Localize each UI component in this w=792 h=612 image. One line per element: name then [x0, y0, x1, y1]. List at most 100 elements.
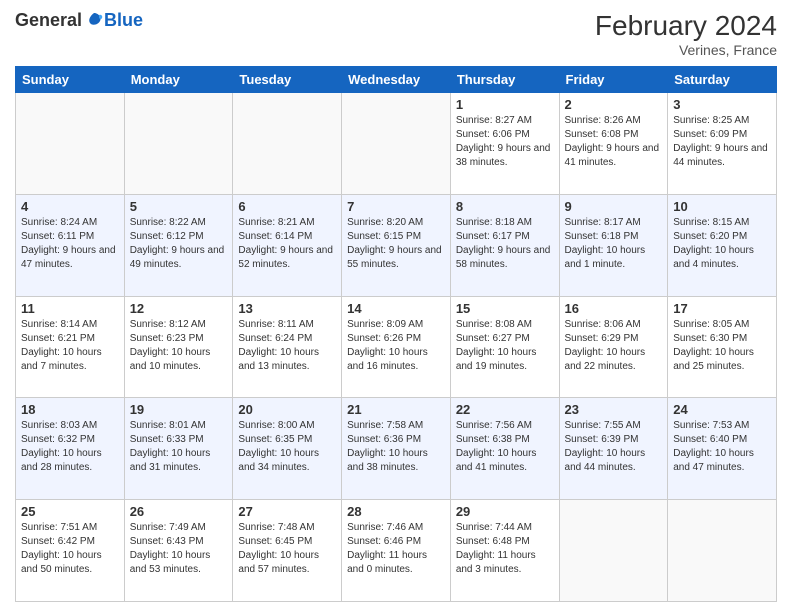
calendar-cell: 20 Sunrise: 8:00 AM Sunset: 6:35 PM Dayli… [233, 398, 342, 500]
day-info: Sunrise: 8:17 AM Sunset: 6:18 PM Dayligh… [565, 216, 663, 272]
day-number: 28 [347, 504, 445, 519]
day-number: 22 [456, 402, 554, 417]
day-number: 6 [238, 199, 336, 214]
calendar-cell: 24Sunrise: 7:53 AM Sunset: 6:40 PM Dayli… [668, 398, 777, 500]
calendar-week-row: 11 Sunrise: 8:14 AM Sunset: 6:21 PM Dayli… [16, 296, 777, 398]
day-number: 17 [673, 301, 771, 316]
day-info: Sunrise: 8:06 AM Sunset: 6:29 PM Dayligh… [565, 318, 663, 374]
logo: General Blue [15, 10, 143, 31]
day-info: Sunrise: 8:08 AM Sunset: 6:27 PM Dayligh… [456, 318, 554, 374]
day-number: 8 [456, 199, 554, 214]
calendar-header-thursday: Thursday [450, 67, 559, 93]
day-info: Sunrise: 7:51 AM Sunset: 6:42 PM Dayligh… [21, 521, 119, 577]
day-number: 25 [21, 504, 119, 519]
page: General Blue February 2024 Verines, Fran… [0, 0, 792, 612]
day-number: 27 [238, 504, 336, 519]
calendar-cell: 29 Sunrise: 7:44 AM Sunset: 6:48 PM Dayli… [450, 500, 559, 602]
day-info: Sunrise: 8:00 AM Sunset: 6:35 PM Dayligh… [238, 419, 336, 475]
calendar-cell: 9 Sunrise: 8:17 AM Sunset: 6:18 PM Daylig… [559, 194, 668, 296]
calendar-cell [342, 93, 451, 195]
calendar-cell: 2 Sunrise: 8:26 AM Sunset: 6:08 PM Daylig… [559, 93, 668, 195]
calendar-cell: 6 Sunrise: 8:21 AM Sunset: 6:14 PM Daylig… [233, 194, 342, 296]
calendar-cell: 4 Sunrise: 8:24 AM Sunset: 6:11 PM Daylig… [16, 194, 125, 296]
calendar-cell: 7 Sunrise: 8:20 AM Sunset: 6:15 PM Daylig… [342, 194, 451, 296]
day-info: Sunrise: 8:12 AM Sunset: 6:23 PM Dayligh… [130, 318, 228, 374]
day-number: 3 [673, 97, 771, 112]
day-number: 16 [565, 301, 663, 316]
calendar-table: SundayMondayTuesdayWednesdayThursdayFrid… [15, 66, 777, 602]
day-info: Sunrise: 7:58 AM Sunset: 6:36 PM Dayligh… [347, 419, 445, 475]
day-info: Sunrise: 8:20 AM Sunset: 6:15 PM Dayligh… [347, 216, 445, 272]
calendar-week-row: 25 Sunrise: 7:51 AM Sunset: 6:42 PM Dayli… [16, 500, 777, 602]
day-info: Sunrise: 8:15 AM Sunset: 6:20 PM Dayligh… [673, 216, 771, 272]
calendar-cell: 25 Sunrise: 7:51 AM Sunset: 6:42 PM Dayli… [16, 500, 125, 602]
day-number: 7 [347, 199, 445, 214]
day-number: 4 [21, 199, 119, 214]
calendar-week-row: 1 Sunrise: 8:27 AM Sunset: 6:06 PM Daylig… [16, 93, 777, 195]
calendar-cell: 27 Sunrise: 7:48 AM Sunset: 6:45 PM Dayli… [233, 500, 342, 602]
logo-general-text: General [15, 10, 82, 31]
day-info: Sunrise: 8:18 AM Sunset: 6:17 PM Dayligh… [456, 216, 554, 272]
day-info: Sunrise: 8:27 AM Sunset: 6:06 PM Dayligh… [456, 114, 554, 170]
day-info: Sunrise: 8:14 AM Sunset: 6:21 PM Dayligh… [21, 318, 119, 374]
day-info: Sunrise: 7:49 AM Sunset: 6:43 PM Dayligh… [130, 521, 228, 577]
calendar-cell: 5 Sunrise: 8:22 AM Sunset: 6:12 PM Daylig… [124, 194, 233, 296]
day-number: 9 [565, 199, 663, 214]
day-number: 5 [130, 199, 228, 214]
calendar-cell: 26Sunrise: 7:49 AM Sunset: 6:43 PM Dayli… [124, 500, 233, 602]
day-info: Sunrise: 8:21 AM Sunset: 6:14 PM Dayligh… [238, 216, 336, 272]
day-info: Sunrise: 7:46 AM Sunset: 6:46 PM Dayligh… [347, 521, 445, 577]
day-number: 23 [565, 402, 663, 417]
logo-bird-icon [84, 11, 104, 31]
day-number: 10 [673, 199, 771, 214]
calendar-cell: 3 Sunrise: 8:25 AM Sunset: 6:09 PM Daylig… [668, 93, 777, 195]
calendar-cell: 10 Sunrise: 8:15 AM Sunset: 6:20 PM Dayli… [668, 194, 777, 296]
calendar-cell: 17 Sunrise: 8:05 AM Sunset: 6:30 PM Dayli… [668, 296, 777, 398]
day-number: 29 [456, 504, 554, 519]
day-info: Sunrise: 8:26 AM Sunset: 6:08 PM Dayligh… [565, 114, 663, 170]
day-number: 2 [565, 97, 663, 112]
calendar-cell [124, 93, 233, 195]
day-number: 12 [130, 301, 228, 316]
calendar-cell: 19 Sunrise: 8:01 AM Sunset: 6:33 PM Dayli… [124, 398, 233, 500]
day-info: Sunrise: 7:48 AM Sunset: 6:45 PM Dayligh… [238, 521, 336, 577]
calendar-cell [233, 93, 342, 195]
calendar-header-monday: Monday [124, 67, 233, 93]
calendar-cell [16, 93, 125, 195]
calendar-header-sunday: Sunday [16, 67, 125, 93]
day-info: Sunrise: 8:03 AM Sunset: 6:32 PM Dayligh… [21, 419, 119, 475]
calendar-cell: 1 Sunrise: 8:27 AM Sunset: 6:06 PM Daylig… [450, 93, 559, 195]
day-info: Sunrise: 8:24 AM Sunset: 6:11 PM Dayligh… [21, 216, 119, 272]
day-info: Sunrise: 8:05 AM Sunset: 6:30 PM Dayligh… [673, 318, 771, 374]
day-number: 20 [238, 402, 336, 417]
calendar-cell: 15 Sunrise: 8:08 AM Sunset: 6:27 PM Dayli… [450, 296, 559, 398]
calendar-cell: 13Sunrise: 8:11 AM Sunset: 6:24 PM Dayli… [233, 296, 342, 398]
calendar-header-friday: Friday [559, 67, 668, 93]
calendar-week-row: 18 Sunrise: 8:03 AM Sunset: 6:32 PM Dayli… [16, 398, 777, 500]
calendar-header-wednesday: Wednesday [342, 67, 451, 93]
calendar-header-tuesday: Tuesday [233, 67, 342, 93]
day-number: 11 [21, 301, 119, 316]
day-number: 21 [347, 402, 445, 417]
day-info: Sunrise: 7:44 AM Sunset: 6:48 PM Dayligh… [456, 521, 554, 577]
calendar-cell: 11 Sunrise: 8:14 AM Sunset: 6:21 PM Dayli… [16, 296, 125, 398]
calendar-cell: 22 Sunrise: 7:56 AM Sunset: 6:38 PM Dayli… [450, 398, 559, 500]
month-title: February 2024 [595, 10, 777, 42]
day-number: 18 [21, 402, 119, 417]
calendar-cell [668, 500, 777, 602]
calendar-header-row: SundayMondayTuesdayWednesdayThursdayFrid… [16, 67, 777, 93]
day-number: 15 [456, 301, 554, 316]
day-info: Sunrise: 7:53 AM Sunset: 6:40 PM Dayligh… [673, 419, 771, 475]
calendar-cell [559, 500, 668, 602]
day-info: Sunrise: 7:55 AM Sunset: 6:39 PM Dayligh… [565, 419, 663, 475]
title-section: February 2024 Verines, France [595, 10, 777, 58]
day-info: Sunrise: 8:01 AM Sunset: 6:33 PM Dayligh… [130, 419, 228, 475]
day-info: Sunrise: 8:25 AM Sunset: 6:09 PM Dayligh… [673, 114, 771, 170]
day-number: 1 [456, 97, 554, 112]
day-number: 19 [130, 402, 228, 417]
location: Verines, France [595, 42, 777, 58]
day-info: Sunrise: 7:56 AM Sunset: 6:38 PM Dayligh… [456, 419, 554, 475]
calendar-cell: 23 Sunrise: 7:55 AM Sunset: 6:39 PM Dayli… [559, 398, 668, 500]
day-info: Sunrise: 8:22 AM Sunset: 6:12 PM Dayligh… [130, 216, 228, 272]
calendar-header-saturday: Saturday [668, 67, 777, 93]
